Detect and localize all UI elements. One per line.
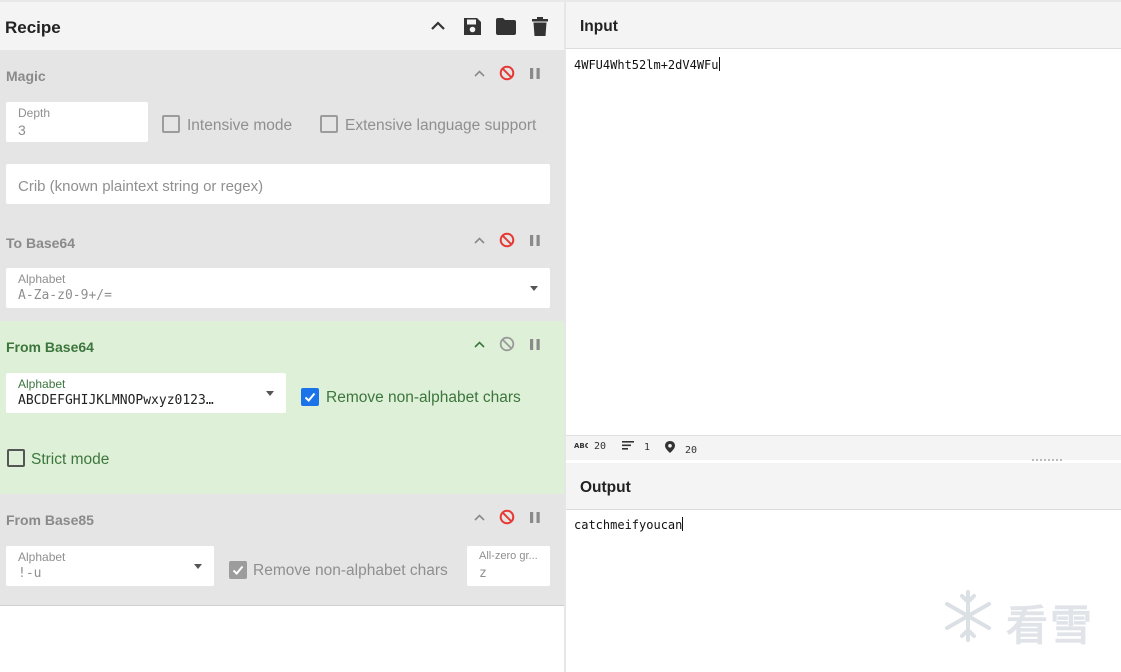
chevron-up-icon[interactable] (469, 63, 489, 83)
length-status: ABC 20 (574, 441, 606, 452)
chevron-down-icon (194, 564, 202, 569)
extensive-language-checkbox[interactable] (320, 115, 338, 133)
alphabet-value: ABCDEFGHIJKLMNOPwxyz0123… (18, 393, 214, 408)
watermark-text: 看雪 (1006, 601, 1095, 650)
alphabet-select[interactable]: Alphabet !-u (6, 546, 214, 586)
crib-placeholder: Crib (known plaintext string or regex) (18, 178, 264, 195)
all-zero-group-value: z (479, 566, 487, 581)
chevron-up-icon[interactable] (427, 15, 449, 37)
disable-icon[interactable] (497, 63, 517, 83)
intensive-mode-checkbox[interactable] (162, 115, 180, 133)
alphabet-label: Alphabet (18, 550, 66, 564)
watermark: 看雪 (940, 588, 1110, 650)
text-cursor (682, 517, 684, 531)
chevron-up-icon[interactable] (469, 334, 489, 354)
op-to-base64: To Base64 Alphabet A-Za-z0-9+/= (0, 217, 564, 322)
position-status: 20 (665, 441, 697, 456)
alphabet-value: !-u (18, 566, 42, 581)
length-value: 20 (594, 441, 607, 452)
lines-status: 1 (622, 441, 650, 453)
all-zero-group-label: All-zero gr... (479, 550, 538, 562)
text-cursor (718, 57, 720, 71)
input-textarea[interactable]: 4WFU4Wht52lm+2dV4WFu (574, 57, 720, 72)
remove-non-alphabet-checkbox[interactable] (229, 561, 247, 579)
remove-non-alphabet-label: Remove non-alphabet chars (253, 562, 448, 579)
disable-icon[interactable] (497, 334, 517, 354)
input-text: 4WFU4Wht52lm+2dV4WFu (574, 58, 719, 72)
op-title: Magic (6, 68, 46, 84)
input-title: Input (580, 18, 618, 35)
trash-icon[interactable] (529, 15, 551, 37)
all-zero-group-field[interactable]: All-zero gr... z (467, 546, 550, 586)
op-title: To Base64 (6, 235, 75, 251)
lines-icon (622, 441, 634, 450)
depth-value: 3 (18, 122, 26, 138)
snowflake-icon (945, 590, 991, 642)
input-status-bar: ABC 20 1 20 (566, 435, 1121, 460)
strict-mode-label: Strict mode (31, 451, 110, 468)
recipe-panel: Recipe Magic Depth 3 Intensive mode Exte… (0, 2, 566, 672)
output-textarea[interactable]: catchmeifyoucan (574, 517, 684, 532)
depth-field[interactable]: Depth 3 (6, 102, 148, 142)
output-title: Output (580, 479, 631, 496)
input-header: Input (566, 2, 1121, 49)
crib-input[interactable]: Crib (known plaintext string or regex) (6, 164, 550, 204)
output-text: catchmeifyoucan (574, 518, 683, 532)
strict-mode-checkbox[interactable] (7, 449, 25, 467)
recipe-title: Recipe (5, 18, 61, 37)
alphabet-label: Alphabet (18, 272, 66, 286)
op-title: From Base85 (6, 512, 94, 528)
extensive-language-label: Extensive language support (345, 117, 537, 134)
alphabet-value: A-Za-z0-9+/= (18, 288, 112, 303)
lines-value: 1 (644, 442, 651, 453)
pause-icon[interactable] (525, 63, 545, 83)
position-value: 20 (685, 445, 698, 456)
alphabet-select[interactable]: Alphabet A-Za-z0-9+/= (6, 268, 550, 308)
pause-icon[interactable] (525, 507, 545, 527)
output-header: Output (566, 463, 1121, 510)
chevron-down-icon (530, 286, 538, 291)
disable-icon[interactable] (497, 230, 517, 250)
op-from-base85: From Base85 Alphabet !-u Remove non-alph… (0, 494, 564, 606)
op-from-base64: From Base64 Alphabet ABCDEFGHIJKLMNOPwxy… (0, 321, 564, 495)
disable-icon[interactable] (497, 507, 517, 527)
op-title: From Base64 (6, 339, 94, 355)
svg-text:ABC: ABC (574, 442, 588, 449)
chevron-up-icon[interactable] (469, 507, 489, 527)
save-icon[interactable] (461, 15, 483, 37)
pause-icon[interactable] (525, 230, 545, 250)
remove-non-alphabet-checkbox[interactable] (301, 388, 319, 406)
text-length-icon: ABC (574, 442, 590, 450)
intensive-mode-label: Intensive mode (187, 117, 293, 134)
op-magic: Magic Depth 3 Intensive mode Extensive l… (0, 50, 564, 218)
alphabet-label: Alphabet (18, 377, 66, 391)
chevron-down-icon (266, 391, 274, 396)
remove-non-alphabet-label: Remove non-alphabet chars (326, 389, 521, 406)
map-pin-icon (665, 441, 675, 453)
recipe-header: Recipe (0, 2, 564, 51)
chevron-up-icon[interactable] (469, 230, 489, 250)
depth-label: Depth (18, 106, 51, 120)
pause-icon[interactable] (525, 334, 545, 354)
folder-icon[interactable] (495, 15, 517, 37)
alphabet-select[interactable]: Alphabet ABCDEFGHIJKLMNOPwxyz0123… (6, 373, 286, 413)
